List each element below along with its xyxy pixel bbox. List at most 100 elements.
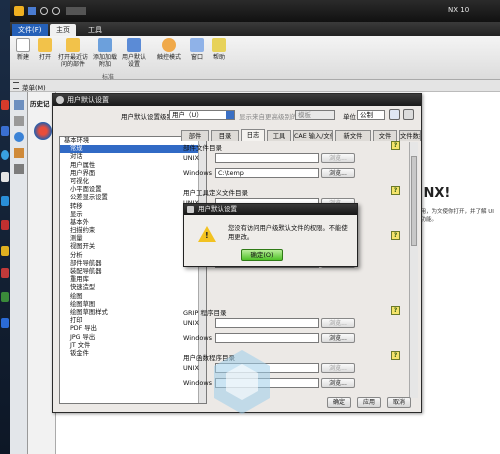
window-button[interactable]: 窗口: [186, 38, 208, 61]
filter-select[interactable]: 用户（U）: [169, 110, 235, 120]
tab-part[interactable]: 部件: [181, 130, 209, 141]
browse-button[interactable]: 浏览...: [321, 378, 355, 388]
tree-item[interactable]: 装配导航器: [60, 268, 206, 276]
app-icon-8[interactable]: [1, 268, 9, 278]
ribbon: 新建 打开 打开最近访问的部件 添加加载附加 用户默认设置 触控模式 窗口 帮助…: [10, 36, 500, 81]
app-icon-6[interactable]: [1, 220, 9, 230]
nav-web-icon[interactable]: [14, 132, 24, 142]
nav-history-icon[interactable]: [14, 100, 24, 110]
recent-icon: [66, 38, 80, 52]
help-button[interactable]: 帮助: [208, 38, 230, 61]
tree-item[interactable]: JT 文件: [60, 342, 206, 350]
tree-item[interactable]: 可视化: [60, 178, 206, 186]
apply-from-select[interactable]: 模板: [295, 110, 335, 120]
redo-icon[interactable]: [52, 7, 60, 15]
help-icon[interactable]: ?: [391, 186, 400, 195]
help-icon[interactable]: ?: [391, 231, 400, 240]
unix-path-field[interactable]: [215, 153, 319, 163]
new-button[interactable]: 新建: [12, 38, 34, 61]
ribbon-tab-bar: 文件(F) 主页 工具: [10, 22, 500, 36]
help-icon[interactable]: ?: [391, 141, 400, 150]
file-menu-tab[interactable]: 文件(F): [12, 24, 48, 36]
ok-dialog-button[interactable]: 确定: [327, 397, 351, 408]
app-icon-3[interactable]: [1, 150, 9, 160]
app-icon-10[interactable]: [1, 318, 9, 328]
dialog-titlebar: 用户默认设置: [53, 94, 421, 106]
settings-scrollbar[interactable]: [409, 142, 418, 398]
help-icon[interactable]: ?: [391, 306, 400, 315]
app-icon-2[interactable]: [1, 126, 9, 136]
browse-button[interactable]: 浏览...: [321, 318, 355, 328]
os-taskbar: [0, 0, 10, 454]
unix-path-field[interactable]: [215, 318, 319, 328]
search-icon[interactable]: [389, 109, 400, 120]
tree-item[interactable]: 快速造型: [60, 284, 206, 292]
windows-label: Windows: [183, 379, 213, 387]
settings-icon[interactable]: [403, 109, 414, 120]
app-icon-7[interactable]: [1, 246, 9, 256]
quick-access-toolbar: [14, 6, 104, 16]
tab-tools[interactable]: 工具: [82, 24, 108, 36]
nav-role-icon[interactable]: [14, 164, 24, 174]
cancel-button[interactable]: 取消: [387, 397, 411, 408]
open-recent-button[interactable]: 打开最近访问的部件: [58, 38, 88, 68]
addon-button[interactable]: 添加加载附加: [92, 38, 118, 68]
app-icon-4[interactable]: [1, 172, 9, 182]
user-defaults-label: 用户默认设置: [121, 54, 146, 68]
chevron-down-icon: [226, 111, 234, 119]
history-thumbnail[interactable]: [34, 122, 52, 140]
windows-label: Windows: [183, 334, 213, 342]
alert-ok-button[interactable]: 确定(O): [241, 249, 283, 261]
permission-alert-dialog: 用户默认设置 ! 您没有访问用户级默认文件的权限。不能使用更改。 确定(O): [183, 203, 358, 267]
app-icon-9[interactable]: [1, 292, 9, 302]
browse-button[interactable]: 浏览...: [321, 363, 355, 373]
help-book-icon: [212, 38, 226, 52]
help-icon[interactable]: ?: [391, 351, 400, 360]
undo-icon[interactable]: [40, 7, 48, 15]
app-icon-1[interactable]: [1, 100, 9, 110]
apply-button[interactable]: 应用: [357, 397, 381, 408]
browse-button[interactable]: 浏览...: [321, 333, 355, 343]
apply-from-value: 模板: [298, 111, 311, 119]
resource-bar: [10, 92, 28, 454]
watermark-logo: [214, 350, 270, 414]
units-label: 单位: [343, 113, 356, 121]
save-icon[interactable]: [28, 7, 36, 15]
nav-part-icon[interactable]: [14, 116, 24, 126]
app-icon-5[interactable]: [1, 196, 9, 206]
tab-catalog[interactable]: 目录: [211, 130, 239, 141]
menu-icon[interactable]: [13, 82, 19, 89]
alert-message: 您没有访问用户级默认文件的权限。不能使用更改。: [228, 225, 348, 241]
windows-path-field[interactable]: C:\temp: [215, 168, 319, 178]
section-title: 部件文件目录: [183, 144, 222, 152]
tab-cae[interactable]: CAE 输入/文件: [293, 130, 333, 141]
touch-mode-label: 触控模式: [156, 54, 181, 61]
tab-new-file[interactable]: 新文件: [335, 130, 371, 141]
unix-label: UNIX: [183, 364, 199, 372]
open-button[interactable]: 打开: [34, 38, 56, 61]
apply-from-label: 显示来自更高级别的: [239, 113, 298, 121]
window-menu-icon[interactable]: [66, 7, 86, 15]
dialog-title: 用户默认设置: [67, 96, 109, 104]
touch-mode-button[interactable]: 触控模式: [154, 38, 184, 61]
menu-bar: 菜单(M): [10, 80, 500, 92]
browse-button[interactable]: 浏览...: [321, 153, 355, 163]
windows-path-field[interactable]: [215, 333, 319, 343]
browse-button[interactable]: 浏览...: [321, 168, 355, 178]
warning-mark: !: [205, 231, 209, 240]
units-select[interactable]: 公制: [357, 110, 385, 120]
open-recent-label: 打开最近访问的部件: [58, 54, 89, 68]
scrollbar-thumb[interactable]: [411, 156, 417, 246]
tab-tools[interactable]: 工具: [267, 130, 291, 141]
tab-home[interactable]: 主页: [50, 24, 76, 36]
history-tab[interactable]: 历史记: [30, 98, 50, 108]
tab-log[interactable]: 日志: [241, 129, 265, 141]
nav-palette-icon[interactable]: [14, 148, 24, 158]
tab-file[interactable]: 文件: [373, 130, 397, 141]
user-defaults-button[interactable]: 用户默认设置: [120, 38, 148, 68]
tree-item[interactable]: 绘图: [60, 293, 206, 301]
windows-label: Windows: [183, 169, 213, 177]
tab-file-data[interactable]: 文件数据: [399, 130, 421, 141]
folder-icon: [38, 38, 52, 52]
menu-button[interactable]: 菜单(M): [22, 82, 46, 92]
